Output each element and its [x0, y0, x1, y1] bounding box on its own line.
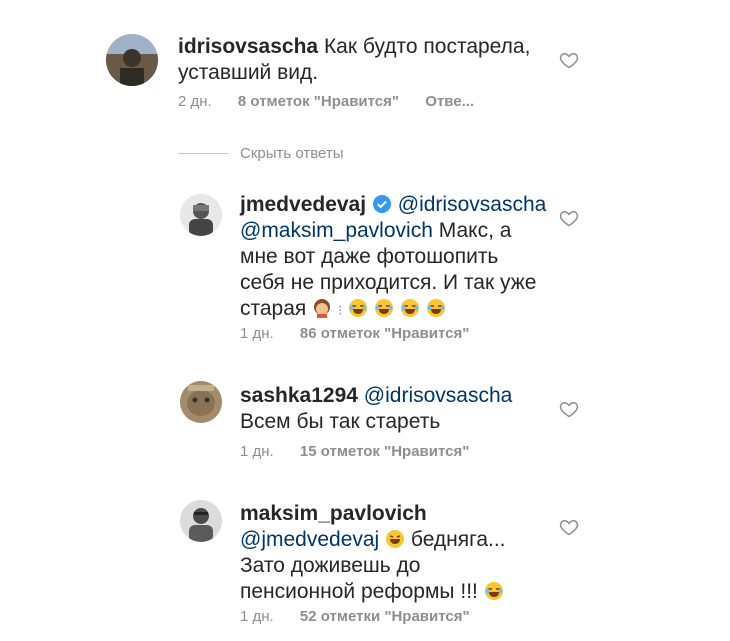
laughing-emoji-icon: [484, 582, 503, 600]
reply-button[interactable]: Отве...: [425, 93, 474, 110]
comment-body-line: Всем бы так стареть: [240, 410, 441, 433]
comment-body-line: Макс, а: [438, 219, 512, 242]
comment-body-line: пенсионной реформы !!!: [240, 580, 478, 603]
heart-icon[interactable]: [559, 50, 579, 70]
avatar[interactable]: [180, 194, 222, 236]
laughing-emoji-icon: [349, 299, 368, 317]
ellipsis-icon: ⁝: [337, 302, 343, 318]
comment-username[interactable]: maksim_pavlovich: [240, 502, 427, 525]
comment-text: sashka1294 @idrisovsascha Всем бы так ст…: [240, 383, 560, 435]
laughing-emoji-icon: [375, 299, 394, 317]
comment-text: jmedvedevaj @idrisovsascha @maksim_pavlo…: [240, 192, 560, 323]
comment-username[interactable]: sashka1294: [240, 384, 358, 407]
mention-link[interactable]: @idrisovsascha: [364, 384, 513, 407]
comment-body-line: себя не приходится. И так уже: [240, 271, 537, 294]
comment-age: 1 дн.: [240, 608, 274, 625]
comment-body-line: старая: [240, 297, 307, 320]
heart-icon[interactable]: [559, 208, 579, 228]
comment-age: 1 дн.: [240, 443, 274, 460]
avatar[interactable]: [180, 500, 222, 542]
comment-username[interactable]: idrisovsascha: [178, 35, 318, 58]
likes-count[interactable]: 86 отметок "Нравится": [300, 325, 469, 342]
comment-body-line: уставший вид.: [178, 61, 319, 84]
comment-username[interactable]: jmedvedevaj: [240, 193, 366, 216]
comment-body-line: Зато доживешь до: [240, 554, 421, 577]
woman-emoji-icon: [314, 299, 331, 318]
mention-link[interactable]: @jmedvedevaj: [240, 528, 379, 551]
mention-link[interactable]: @idrisovsascha: [398, 193, 547, 216]
hide-replies-button[interactable]: Скрыть ответы: [178, 143, 344, 163]
laughing-emoji-icon: [426, 299, 445, 317]
mention-link[interactable]: @maksim_pavlovich: [240, 219, 433, 242]
likes-count[interactable]: 15 отметок "Нравится": [300, 443, 469, 460]
comment-meta: 1 дн. 86 отметок "Нравится": [240, 325, 491, 342]
divider-line: [178, 152, 228, 154]
comment-body-line: мне вот даже фотошопить: [240, 245, 499, 268]
hide-replies-label: Скрыть ответы: [240, 144, 344, 162]
comment-age: 2 дн.: [178, 93, 212, 110]
avatar[interactable]: [180, 381, 222, 423]
comment-meta: 2 дн. 8 отметок "Нравится" Отве...: [178, 93, 496, 110]
likes-count[interactable]: 8 отметок "Нравится": [238, 93, 399, 110]
laughing-emoji-icon: [400, 299, 419, 317]
heart-icon[interactable]: [559, 399, 579, 419]
verified-badge-icon: [372, 195, 391, 213]
likes-count[interactable]: 52 отметки "Нравится": [300, 608, 470, 625]
comment-body-line: бедняга...: [410, 528, 506, 551]
avatar[interactable]: [106, 34, 158, 86]
comment-age: 1 дн.: [240, 325, 274, 342]
comment-meta: 1 дн. 15 отметок "Нравится": [240, 443, 491, 460]
grinning-emoji-icon: [386, 530, 405, 548]
comment-text: maksim_pavlovich @jmedvedevaj бедняга...…: [240, 501, 560, 605]
comment-meta: 1 дн. 52 отметки "Нравится": [240, 608, 492, 625]
comment-body-line: Как будто постарела,: [323, 35, 531, 58]
heart-icon[interactable]: [559, 517, 579, 537]
comment-text: idrisovsascha Как будто постарела, устав…: [178, 34, 558, 86]
